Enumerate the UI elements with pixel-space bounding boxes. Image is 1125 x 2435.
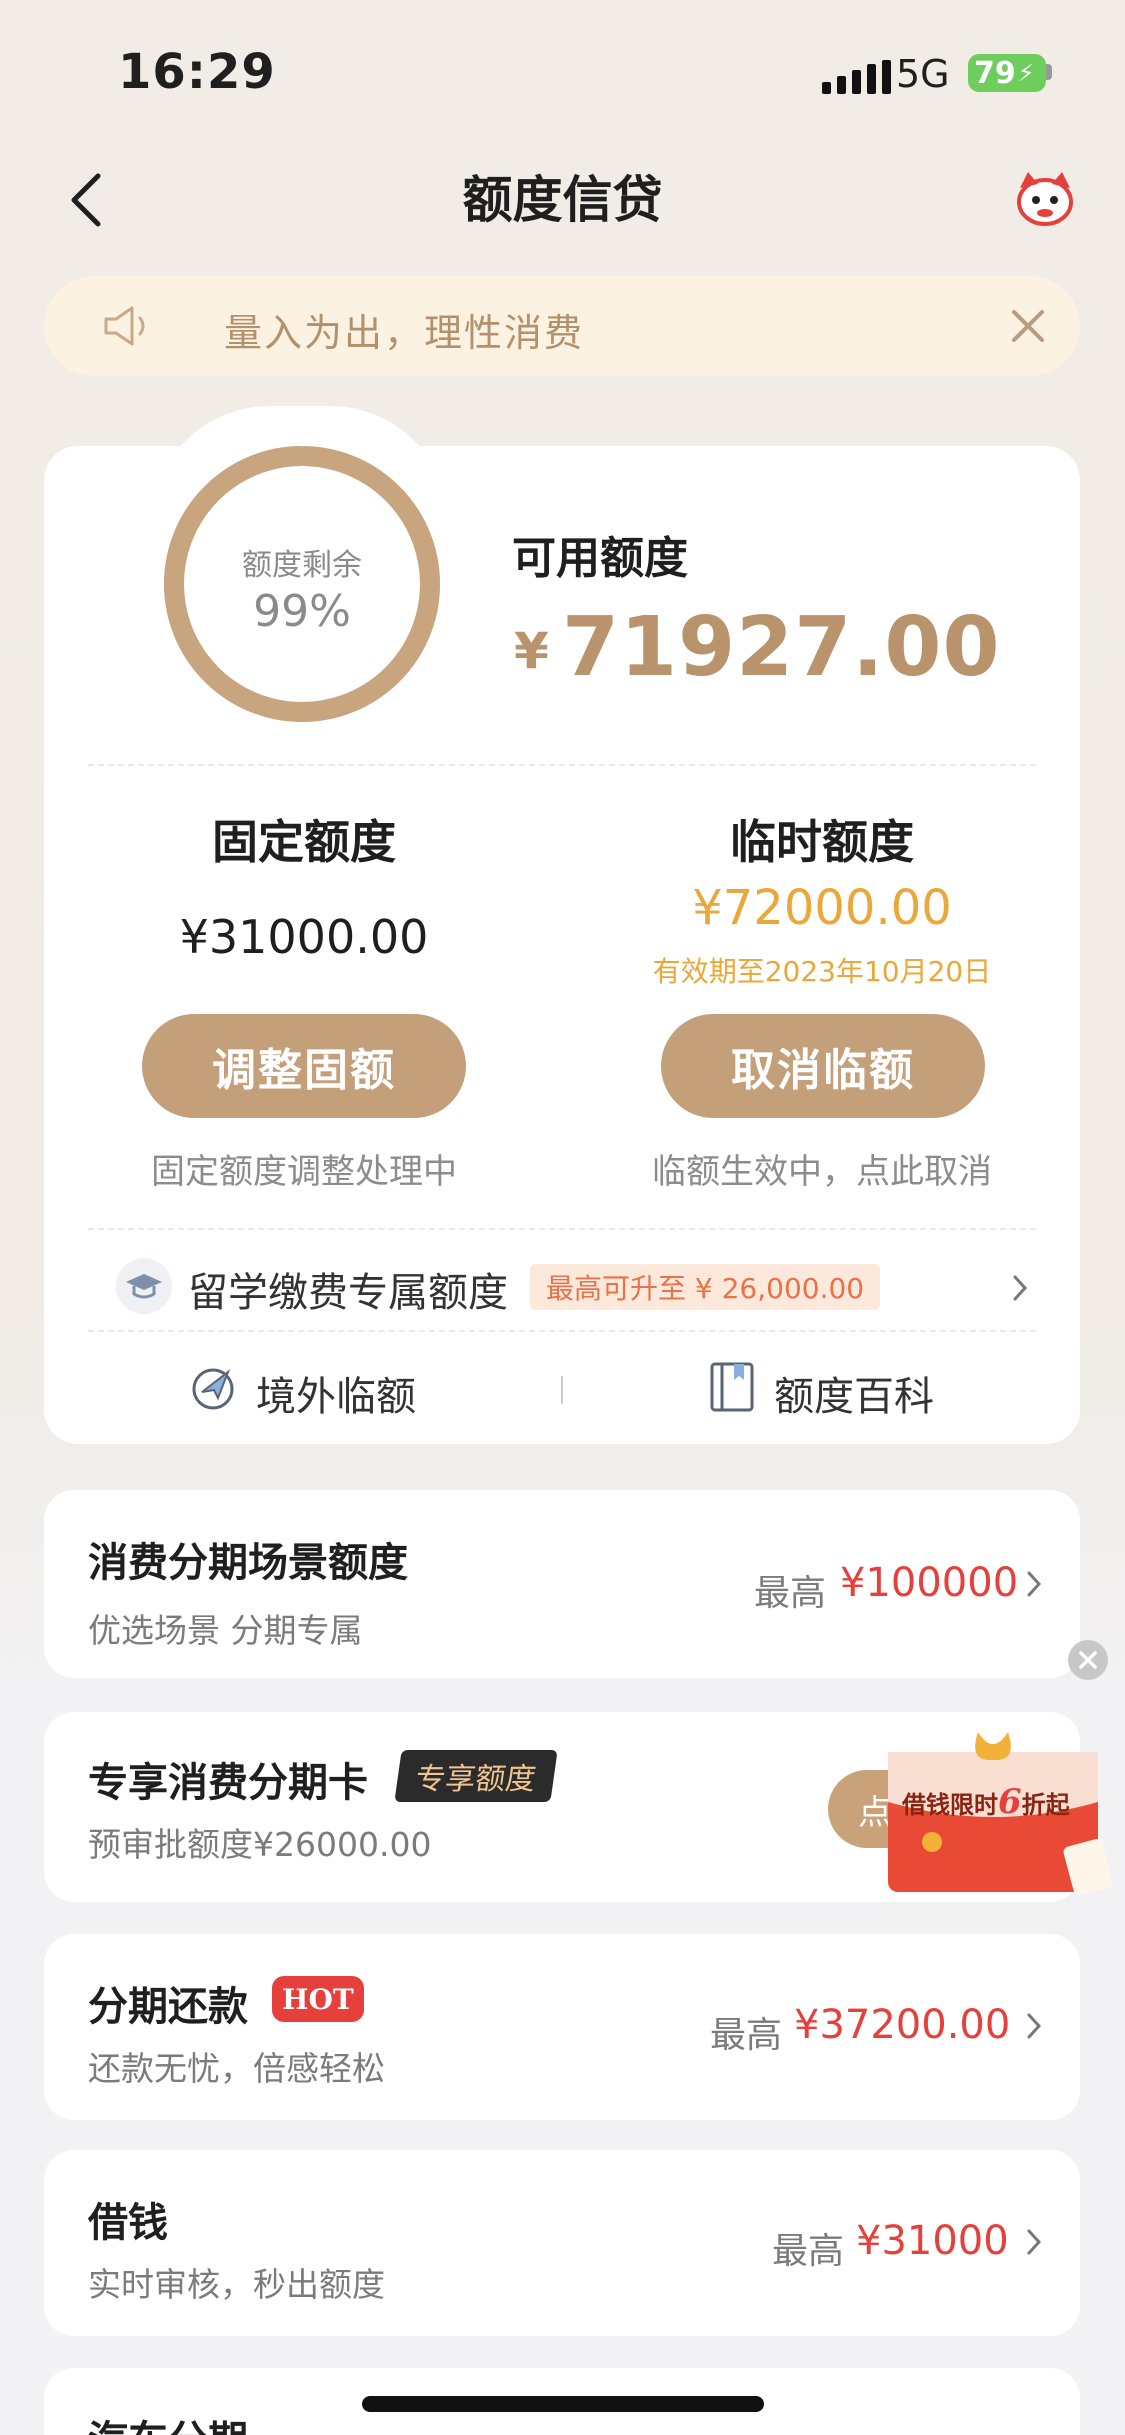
close-icon[interactable]	[1006, 304, 1050, 348]
fixed-limit-title: 固定额度	[212, 815, 396, 869]
signal-icon	[822, 60, 891, 94]
status-time: 16:29	[118, 44, 276, 100]
hot-badge: HOT	[272, 1976, 364, 2022]
adjust-fixed-button[interactable]: 调整固额	[142, 1014, 466, 1118]
list-item[interactable]: 分期还款 HOT 还款无忧，倍感轻松 最高 ¥37200.00	[44, 1934, 1080, 2120]
max-amount: ¥37200.00	[794, 2002, 1011, 2048]
promo-text-highlight: 6	[998, 1782, 1022, 1822]
promo-text[interactable]: 借钱限时6折起	[902, 1782, 1102, 1822]
book-icon	[710, 1362, 754, 1412]
chevron-right-icon[interactable]	[1010, 1272, 1030, 1304]
product-title: 汽车分期	[88, 2408, 248, 2435]
divider	[88, 764, 1036, 766]
speaker-icon	[104, 306, 145, 346]
credit-encyclopedia-link[interactable]: 额度百科	[774, 1364, 934, 1422]
promo-text-after: 折起	[1021, 1790, 1070, 1819]
product-title: 借钱	[88, 2200, 168, 2246]
product-subtitle: 实时审核，秒出额度	[88, 2265, 385, 2304]
chevron-right-icon	[1027, 2229, 1042, 2255]
available-label: 可用额度	[512, 533, 688, 584]
home-indicator[interactable]	[362, 2396, 764, 2412]
plane-globe-icon	[192, 1368, 234, 1410]
fixed-limit-note: 固定额度调整处理中	[151, 1152, 457, 1192]
temp-limit-amount: ¥72000.00	[692, 880, 952, 936]
divider	[88, 1330, 1036, 1332]
fixed-limit-amount: ¥31000.00	[179, 910, 429, 964]
max-amount: ¥100000	[840, 1560, 1019, 1606]
currency-symbol: ¥	[514, 622, 549, 680]
notice-text: 量入为出，理性消费	[224, 311, 585, 355]
product-title: 专享消费分期卡	[88, 1760, 368, 1806]
product-subtitle: 还款无忧，倍感轻松	[88, 2049, 385, 2088]
study-abroad-limit-label[interactable]: 留学缴费专属额度	[188, 1260, 508, 1318]
close-promo-icon[interactable]	[1068, 1640, 1108, 1680]
battery-icon: 79 ⚡	[968, 54, 1046, 92]
ring-label: 额度剩余	[242, 548, 362, 583]
product-title: 消费分期场景额度	[88, 1540, 408, 1586]
chevron-right-icon	[1027, 1571, 1042, 1597]
max-label: 最高	[754, 1573, 827, 1614]
remaining-ring	[163, 446, 440, 722]
temp-limit-title: 临时额度	[730, 815, 914, 869]
page-title: 额度信贷	[462, 171, 663, 229]
temp-limit-validity: 有效期至2023年10月20日	[652, 955, 992, 988]
cancel-temp-button[interactable]: 取消临额	[661, 1014, 985, 1118]
overseas-temp-limit-link[interactable]: 境外临额	[256, 1364, 416, 1422]
list-item[interactable]: 消费分期场景额度 优选场景 分期专属 最高 ¥100000	[44, 1490, 1080, 1678]
available-amount: 71927.00	[562, 600, 1001, 695]
promo-text-before: 借钱限时	[902, 1790, 998, 1819]
study-abroad-badge: 最高可升至 ¥ 26,000.00	[530, 1264, 881, 1310]
chevron-right-icon	[1027, 2013, 1042, 2039]
exclusive-badge: 专享额度	[394, 1750, 558, 1802]
temp-limit-note[interactable]: 临额生效中，点此取消	[562, 1144, 1082, 1193]
mascot-icon[interactable]	[1012, 168, 1078, 228]
network-label: 5G	[896, 52, 950, 96]
divider	[88, 1228, 1036, 1230]
max-amount: ¥31000	[856, 2218, 1009, 2264]
max-label: 最高	[772, 2231, 845, 2272]
product-subtitle: 优选场景 分期专属	[88, 1611, 363, 1650]
product-subtitle: 预审批额度¥26000.00	[88, 1825, 432, 1864]
battery-level: 79	[974, 55, 1016, 91]
battery-cap	[1046, 64, 1052, 80]
max-label: 最高	[710, 2015, 783, 2056]
graduation-cap-icon	[116, 1258, 172, 1314]
notice-bar: 量入为出，理性消费	[44, 276, 1080, 376]
product-title: 分期还款	[88, 1984, 248, 2030]
ring-percent: 99%	[253, 586, 351, 637]
vertical-divider	[561, 1376, 563, 1404]
list-item[interactable]: 借钱 实时审核，秒出额度 最高 ¥31000	[44, 2150, 1080, 2336]
